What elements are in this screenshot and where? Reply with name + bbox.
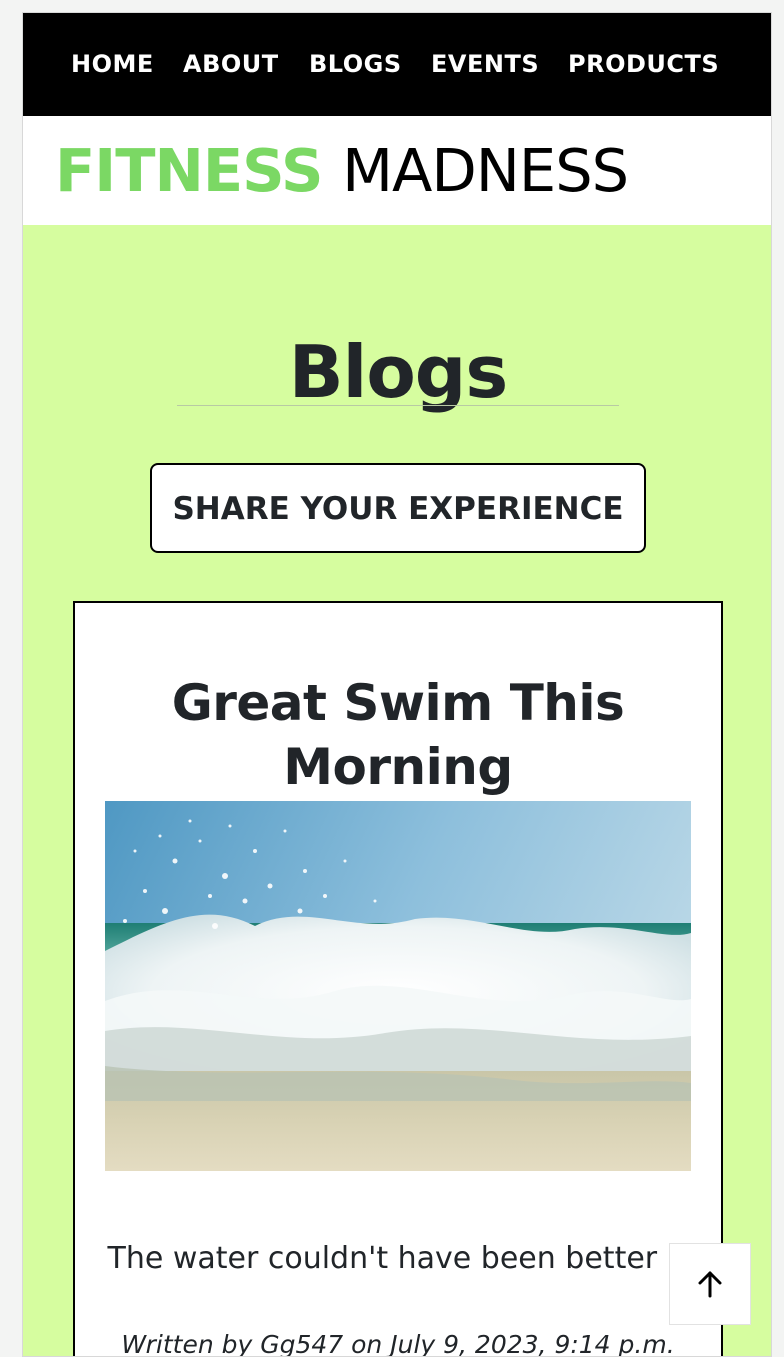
browser-viewport: HOME ABOUT BLOGS EVENTS PRODUCTS FITNESS… — [22, 12, 772, 1357]
back-to-top-button[interactable] — [669, 1243, 751, 1325]
nav-link-blogs[interactable]: BLOGS — [309, 49, 402, 79]
top-navbar: HOME ABOUT BLOGS EVENTS PRODUCTS — [23, 13, 771, 116]
nav-link-events[interactable]: EVENTS — [431, 49, 539, 79]
blog-post-title: Great Swim This Morning — [171, 673, 625, 796]
blog-post-body: The water couldn't have been better :) — [107, 1241, 689, 1276]
site-logo[interactable]: FITNESS MADNESS — [55, 136, 629, 205]
arrow-up-icon — [698, 1271, 722, 1298]
brand-bar: FITNESS MADNESS — [23, 116, 771, 225]
logo-madness-text: MADNESS — [342, 136, 629, 205]
share-experience-button[interactable]: SHARE YOUR EXPERIENCE — [150, 463, 646, 553]
nav-link-about[interactable]: ABOUT — [183, 49, 279, 79]
blog-post-card: Great Swim This Morning The water couldn… — [73, 601, 723, 1357]
page-title: Blogs — [288, 330, 508, 415]
nav-link-home[interactable]: HOME — [71, 49, 154, 79]
logo-fitness-text: FITNESS — [55, 136, 324, 205]
blog-post-meta: Written by Gg547 on July 9, 2023, 9:14 p… — [121, 1330, 675, 1357]
ocean-wave-photo — [105, 801, 691, 1171]
nav-link-products[interactable]: PRODUCTS — [568, 49, 719, 79]
title-divider — [177, 405, 619, 406]
